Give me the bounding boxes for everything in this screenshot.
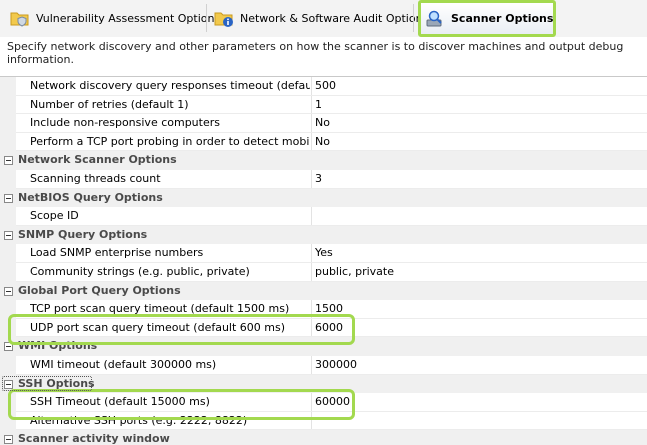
category-row[interactable]: WMI Options (0, 337, 647, 356)
scanner-magnifier-icon (425, 9, 445, 29)
collapse-toggle-icon[interactable] (4, 230, 13, 240)
column-divider (311, 95, 312, 115)
row-gutter (0, 300, 16, 319)
property-name: UDP port scan query timeout (default 600… (30, 320, 286, 334)
property-row[interactable]: Number of retries (default 1) 1 (0, 95, 647, 115)
property-value[interactable]: 60000 (315, 393, 350, 412)
page-description: Specify network discovery and other para… (7, 40, 624, 66)
category-row[interactable]: SNMP Query Options (0, 225, 647, 245)
tab-label: Network & Software Audit Options (240, 11, 429, 25)
property-row[interactable]: Perform a TCP port probing in order to d… (0, 132, 647, 152)
property-row[interactable]: Community strings (e.g. public, private)… (0, 262, 647, 282)
column-divider (311, 262, 312, 282)
property-row[interactable]: WMI timeout (default 300000 ms) 300000 (0, 355, 647, 375)
category-row[interactable]: Scanner activity window (0, 430, 647, 445)
category-row[interactable]: SSH Options (0, 374, 647, 394)
column-divider (311, 77, 312, 96)
row-gutter (0, 169, 16, 189)
column-divider (311, 393, 312, 412)
property-name: TCP port scan query timeout (default 150… (30, 302, 290, 316)
property-value[interactable]: 6000 (315, 319, 343, 338)
property-value[interactable]: 500 (315, 77, 336, 96)
tab-bar: Vulnerability Assessment Options Network… (0, 0, 647, 37)
tab-label: Vulnerability Assessment Options (36, 11, 221, 25)
column-divider (311, 318, 312, 338)
column-divider (311, 114, 312, 133)
property-name: Include non-responsive computers (30, 116, 220, 130)
category-label: SNMP Query Options (18, 227, 148, 241)
property-name: Network discovery query responses timeou… (30, 79, 310, 92)
row-gutter (0, 77, 16, 96)
row-gutter (0, 114, 16, 133)
column-divider (311, 355, 312, 375)
row-gutter (0, 132, 16, 152)
column-divider (311, 300, 312, 319)
collapse-toggle-icon[interactable] (4, 342, 13, 352)
property-row[interactable]: Alternative SSH ports (e.g. 2222, 8822) (0, 411, 647, 431)
property-name: Load SNMP enterprise numbers (30, 246, 204, 260)
column-divider (311, 244, 312, 263)
property-value[interactable]: No (315, 133, 330, 152)
column-divider (311, 132, 312, 152)
category-label: Network Scanner Options (18, 153, 177, 167)
category-label: WMI Options (18, 339, 98, 353)
category-row[interactable]: NetBIOS Query Options (0, 188, 647, 208)
property-name: Scope ID (30, 209, 79, 223)
row-gutter (0, 262, 16, 282)
property-name: Perform a TCP port probing in order to d… (30, 134, 310, 148)
property-row[interactable]: Load SNMP enterprise numbers Yes (0, 244, 647, 263)
tab-label: Scanner Options (451, 12, 554, 25)
property-name: Alternative SSH ports (e.g. 2222, 8822) (30, 413, 248, 427)
property-name: Number of retries (default 1) (30, 97, 189, 111)
collapse-toggle-icon[interactable] (4, 435, 13, 445)
property-value[interactable]: 3 (315, 170, 322, 189)
property-value[interactable]: No (315, 114, 330, 133)
property-row[interactable]: Include non-responsive computers No (0, 114, 647, 133)
property-name: WMI timeout (default 300000 ms) (30, 357, 217, 371)
row-gutter (0, 355, 16, 375)
property-value[interactable]: 300000 (315, 356, 357, 375)
category-row[interactable]: Network Scanner Options (0, 151, 647, 170)
property-row[interactable]: TCP port scan query timeout (default 150… (0, 300, 647, 319)
collapse-toggle-icon[interactable] (4, 156, 13, 166)
column-divider (311, 411, 312, 431)
collapse-toggle-icon[interactable] (4, 379, 13, 389)
collapse-toggle-icon[interactable] (4, 193, 13, 203)
property-name: Community strings (e.g. public, private) (30, 264, 250, 278)
property-value[interactable]: 1 (315, 96, 322, 115)
property-value[interactable]: public, private (315, 263, 394, 282)
property-grid[interactable]: Network discovery query responses timeou… (0, 76, 647, 445)
folder-shield-icon (10, 8, 30, 28)
property-name: Scanning threads count (30, 171, 161, 185)
property-row[interactable]: Scanning threads count 3 (0, 169, 647, 189)
property-row[interactable]: Network discovery query responses timeou… (0, 77, 647, 96)
category-row[interactable]: Global Port Query Options (0, 281, 647, 301)
property-value[interactable]: Yes (315, 244, 333, 263)
row-gutter (0, 95, 16, 115)
category-label: SSH Options (18, 376, 95, 390)
column-divider (311, 169, 312, 189)
tab-network-software-audit-options[interactable]: Network & Software Audit Options (210, 1, 428, 35)
row-gutter (0, 393, 16, 412)
property-row[interactable]: UDP port scan query timeout (default 600… (0, 318, 647, 338)
property-value[interactable]: 1500 (315, 300, 343, 319)
category-label: NetBIOS Query Options (18, 190, 163, 204)
tab-scanner-options[interactable]: Scanner Options (418, 0, 556, 37)
tab-vulnerability-assessment-options[interactable]: Vulnerability Assessment Options (6, 1, 220, 35)
category-label: Scanner activity window (18, 432, 170, 445)
row-gutter (0, 207, 16, 226)
row-gutter (0, 411, 16, 431)
property-row[interactable]: SSH Timeout (default 15000 ms) 60000 (0, 393, 647, 412)
row-gutter (0, 318, 16, 338)
category-label: Global Port Query Options (18, 283, 181, 297)
property-row[interactable]: Scope ID (0, 207, 647, 226)
column-divider (311, 207, 312, 226)
collapse-toggle-icon[interactable] (4, 286, 13, 296)
tab-divider (206, 4, 207, 32)
folder-info-icon (214, 8, 234, 28)
property-name: SSH Timeout (default 15000 ms) (30, 395, 210, 409)
row-gutter (0, 244, 16, 263)
tab-divider (413, 4, 414, 32)
